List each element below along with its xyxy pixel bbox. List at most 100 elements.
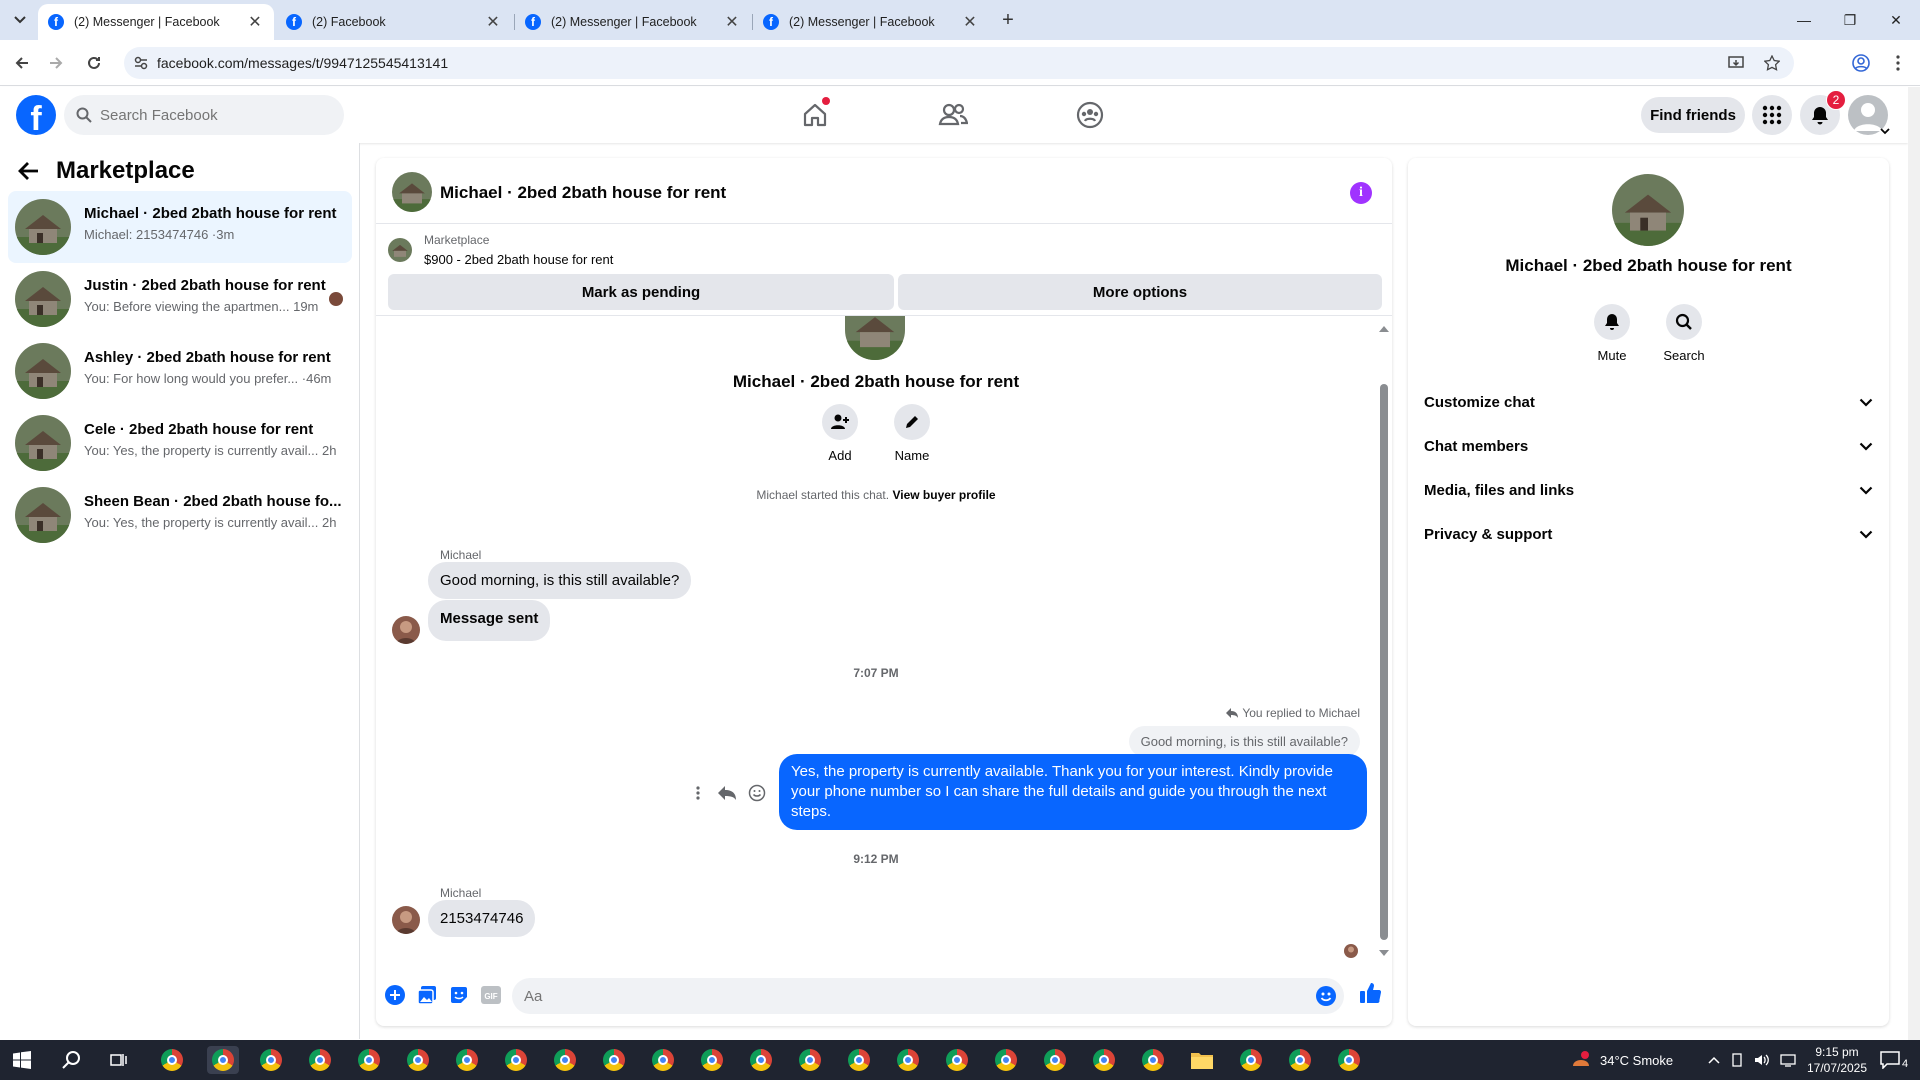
clock[interactable]: 9:15 pm 17/07/2025 — [1803, 1040, 1871, 1080]
conversation-item[interactable]: Cele · 2bed 2bath house for rent You: Ye… — [8, 407, 352, 479]
reload-button[interactable] — [82, 51, 106, 75]
page-scrollbar[interactable] — [1908, 87, 1920, 1040]
chrome-taskbar-icon[interactable] — [796, 1046, 824, 1074]
chat-members-section[interactable]: Chat members — [1408, 424, 1889, 468]
chrome-taskbar-icon[interactable] — [207, 1046, 239, 1074]
more-options-button[interactable]: More options — [898, 274, 1382, 310]
browser-tab[interactable]: f (2) Messenger | Facebook ✕ — [38, 4, 274, 40]
facebook-search[interactable] — [64, 95, 344, 135]
reply-icon[interactable] — [718, 786, 736, 800]
view-buyer-profile-link[interactable]: View buyer profile — [892, 488, 995, 502]
name-button[interactable]: Name — [882, 404, 942, 463]
chrome-taskbar-icon[interactable] — [306, 1046, 334, 1074]
chrome-taskbar-icon[interactable] — [551, 1046, 579, 1074]
task-view-button[interactable] — [105, 1046, 133, 1074]
restore-button[interactable]: ❐ — [1827, 0, 1873, 40]
groups-nav[interactable] — [1060, 93, 1120, 137]
bookmark-star-icon[interactable] — [1764, 55, 1780, 71]
chrome-taskbar-icon[interactable] — [698, 1046, 726, 1074]
listing-thumbnail[interactable] — [392, 172, 432, 212]
like-button[interactable] — [1359, 982, 1381, 1004]
chrome-taskbar-icon[interactable] — [649, 1046, 677, 1074]
chrome-taskbar-icon[interactable] — [1139, 1046, 1167, 1074]
mute-button[interactable]: Mute — [1582, 304, 1642, 363]
media-files-links-section[interactable]: Media, files and links — [1408, 468, 1889, 512]
home-nav[interactable] — [785, 93, 845, 137]
friends-nav[interactable] — [923, 93, 983, 137]
sticker-button[interactable] — [448, 984, 470, 1006]
search-conversation-button[interactable]: Search — [1654, 304, 1714, 363]
message-input[interactable] — [524, 978, 1284, 1014]
back-arrow-icon[interactable] — [18, 161, 40, 181]
browser-tab[interactable]: f (2) Facebook ✕ — [276, 4, 512, 40]
conversation-item[interactable]: Ashley · 2bed 2bath house for rent You: … — [8, 335, 352, 407]
chrome-taskbar-icon[interactable] — [845, 1046, 873, 1074]
message-scrollbar[interactable] — [1378, 326, 1389, 956]
scroll-up-icon[interactable] — [1379, 326, 1389, 332]
facebook-logo[interactable]: f — [16, 95, 56, 135]
chrome-taskbar-icon[interactable] — [992, 1046, 1020, 1074]
chrome-taskbar-icon[interactable] — [453, 1046, 481, 1074]
chrome-taskbar-icon[interactable] — [1286, 1046, 1314, 1074]
scrollbar-thumb[interactable] — [1380, 384, 1388, 940]
message-input-box[interactable] — [512, 978, 1344, 1014]
close-window-button[interactable]: ✕ — [1873, 0, 1919, 40]
site-info-icon[interactable] — [134, 56, 148, 70]
privacy-support-section[interactable]: Privacy & support — [1408, 512, 1889, 556]
tab-search-button[interactable] — [6, 8, 34, 32]
close-tab-icon[interactable]: ✕ — [246, 13, 264, 31]
browser-menu-button[interactable] — [1886, 51, 1910, 75]
chrome-taskbar-icon[interactable] — [1335, 1046, 1363, 1074]
chrome-taskbar-icon[interactable] — [1090, 1046, 1118, 1074]
add-button[interactable]: Add — [810, 404, 870, 463]
profile-button[interactable] — [1849, 51, 1873, 75]
gif-button[interactable]: GIF — [480, 984, 502, 1006]
conversation-item[interactable]: Michael · 2bed 2bath house for rent Mich… — [8, 191, 352, 263]
chrome-taskbar-icon[interactable] — [257, 1046, 285, 1074]
emoji-icon[interactable] — [1316, 986, 1336, 1006]
more-vertical-icon[interactable] — [696, 786, 700, 800]
chrome-taskbar-icon[interactable] — [1041, 1046, 1069, 1074]
notification-center[interactable]: 4 — [1880, 1040, 1908, 1080]
device-icon[interactable] — [1730, 1053, 1744, 1067]
find-friends-button[interactable]: Find friends — [1641, 97, 1745, 133]
attach-photo-button[interactable] — [416, 984, 438, 1006]
forward-button[interactable] — [44, 51, 68, 75]
minimize-button[interactable]: — — [1781, 0, 1827, 40]
mark-as-pending-button[interactable]: Mark as pending — [388, 274, 894, 310]
avatar[interactable] — [392, 616, 420, 644]
browser-tab[interactable]: f (2) Messenger | Facebook ✕ — [753, 4, 989, 40]
chrome-taskbar-icon[interactable] — [1237, 1046, 1265, 1074]
chrome-taskbar-icon[interactable] — [502, 1046, 530, 1074]
new-tab-button[interactable]: + — [996, 8, 1020, 32]
close-tab-icon[interactable]: ✕ — [723, 13, 741, 31]
close-tab-icon[interactable]: ✕ — [961, 13, 979, 31]
quoted-message[interactable]: Good morning, is this still available? — [1128, 726, 1360, 757]
conversation-item[interactable]: Justin · 2bed 2bath house for rent You: … — [8, 263, 352, 335]
chrome-taskbar-icon[interactable] — [355, 1046, 383, 1074]
react-emoji-icon[interactable] — [748, 784, 766, 802]
chrome-taskbar-icon[interactable] — [894, 1046, 922, 1074]
chrome-taskbar-icon[interactable] — [158, 1046, 186, 1074]
browser-tab[interactable]: f (2) Messenger | Facebook ✕ — [515, 4, 751, 40]
menu-button[interactable] — [1752, 95, 1792, 135]
scroll-down-icon[interactable] — [1379, 950, 1389, 956]
message-bubble[interactable]: Good morning, is this still available? — [428, 562, 692, 599]
chrome-taskbar-icon[interactable] — [747, 1046, 775, 1074]
info-icon[interactable]: i — [1350, 182, 1372, 204]
more-actions-button[interactable] — [384, 984, 406, 1006]
weather-widget[interactable]: 34°C Smoke — [1570, 1040, 1673, 1080]
address-bar[interactable]: facebook.com/messages/t/9947125545413141 — [124, 47, 1794, 79]
customize-chat-section[interactable]: Customize chat — [1408, 380, 1889, 424]
sent-message-bubble[interactable]: Yes, the property is currently available… — [779, 754, 1367, 830]
conversation-item[interactable]: Sheen Bean · 2bed 2bath house fo... You:… — [8, 479, 352, 551]
search-taskbar-button[interactable] — [58, 1046, 86, 1074]
message-bubble[interactable]: 2153474746 — [428, 900, 536, 937]
message-bubble[interactable]: Message sent — [428, 600, 551, 641]
speaker-icon[interactable] — [1754, 1053, 1770, 1067]
file-explorer-icon[interactable] — [1188, 1046, 1216, 1074]
back-button[interactable] — [10, 51, 34, 75]
chrome-taskbar-icon[interactable] — [943, 1046, 971, 1074]
network-icon[interactable] — [1780, 1053, 1796, 1067]
close-tab-icon[interactable]: ✕ — [484, 13, 502, 31]
